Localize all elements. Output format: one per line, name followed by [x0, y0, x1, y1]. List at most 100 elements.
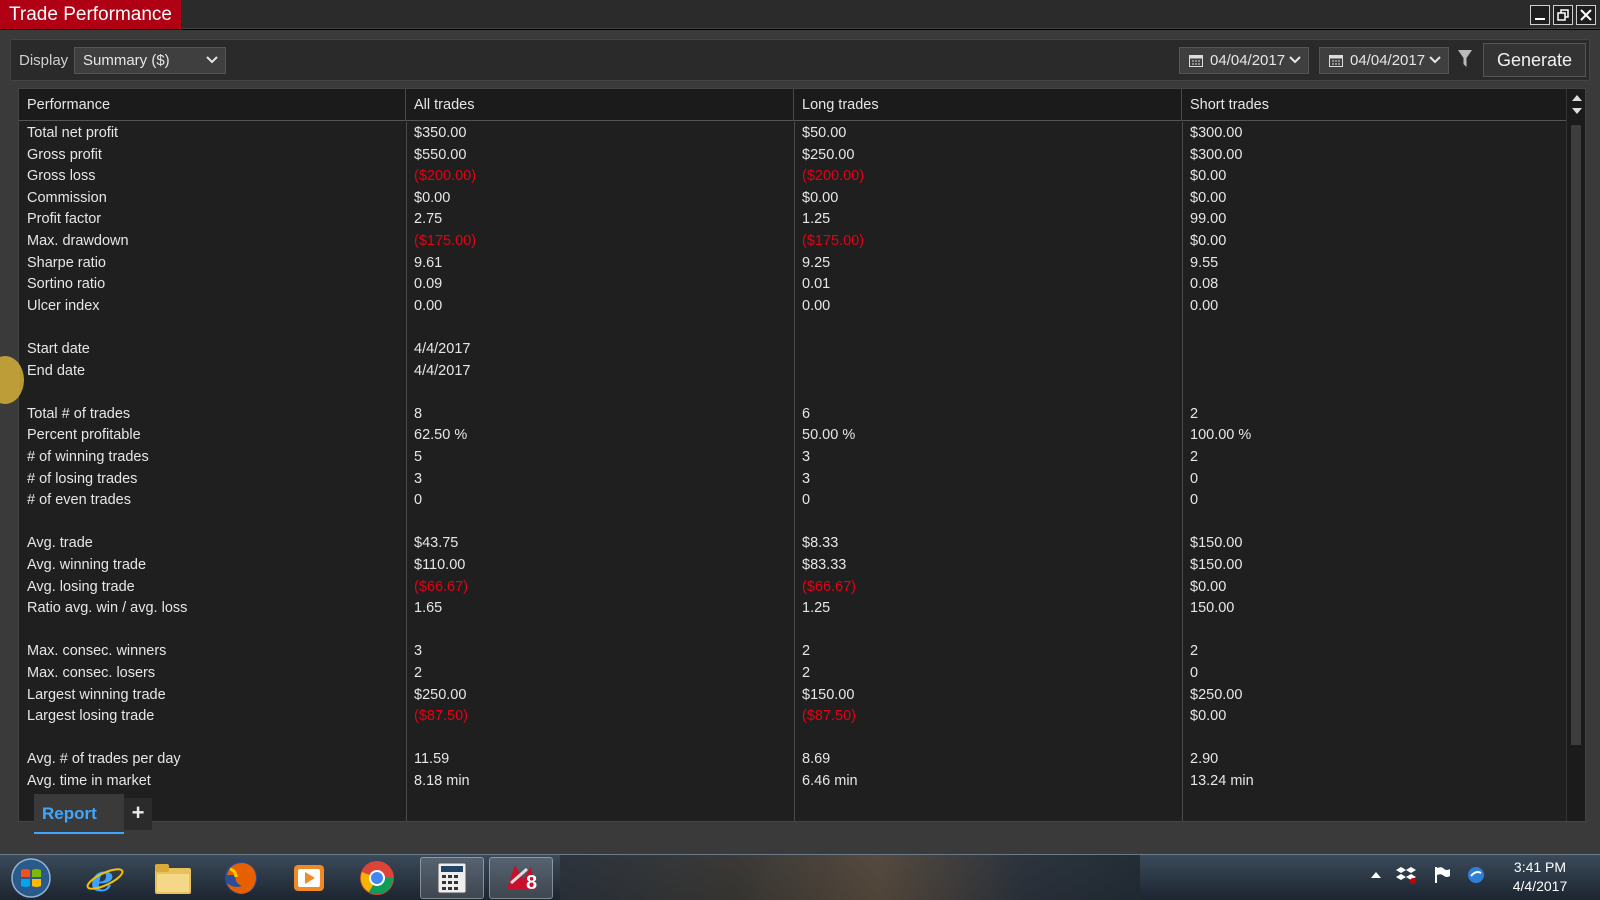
- table-row[interactable]: Avg. losing trade ($66.67) ($66.67) $0.00: [19, 576, 1567, 598]
- metric-label: # of winning trades: [27, 449, 149, 465]
- start-button[interactable]: [8, 857, 56, 899]
- table-row[interactable]: Ratio avg. win / avg. loss 1.65 1.25 150.00: [19, 597, 1567, 619]
- header-all-trades[interactable]: All trades: [406, 89, 794, 121]
- table-row[interactable]: Sortino ratio 0.09 0.01 0.08: [19, 273, 1567, 295]
- taskbar-explorer[interactable]: [144, 857, 202, 899]
- short-trades-value: 2: [1190, 405, 1199, 422]
- taskbar-chrome[interactable]: [348, 857, 406, 899]
- metric-label: Commission: [27, 189, 107, 206]
- generate-button[interactable]: Generate: [1483, 43, 1586, 77]
- all-trades-value: 1.65: [414, 600, 443, 617]
- short-trades-value: 2: [1190, 449, 1199, 465]
- header-short-trades[interactable]: Short trades: [1182, 89, 1567, 121]
- all-trades-value: 2.75: [414, 211, 443, 228]
- table-row[interactable]: Gross profit $550.00 $250.00 $300.00: [19, 144, 1567, 166]
- taskbar-calculator[interactable]: [420, 857, 484, 899]
- metric-label: Largest winning trade: [27, 686, 166, 703]
- long-trades-value: [794, 619, 802, 641]
- restore-icon: [1557, 9, 1569, 21]
- all-trades-value: [406, 727, 414, 749]
- table-row[interactable]: Total # of trades 8 6 2: [19, 403, 1567, 425]
- table-row[interactable]: Avg. # of trades per day 11.59 8.69 2.90: [19, 748, 1567, 770]
- display-select[interactable]: Summary ($): [74, 47, 226, 74]
- header-performance[interactable]: Performance: [19, 89, 406, 121]
- all-trades-value: ($200.00): [414, 168, 477, 185]
- table-row[interactable]: [19, 619, 1567, 641]
- ninjatrader-version-badge: 8: [526, 872, 538, 894]
- internet-explorer-icon: e: [86, 859, 124, 897]
- long-trades-value: 6: [802, 405, 811, 422]
- all-trades-value: 3: [414, 470, 423, 487]
- metric-label: Max. consec. losers: [27, 665, 156, 681]
- close-icon: [1580, 9, 1592, 21]
- taskbar-ie[interactable]: e: [76, 857, 134, 899]
- table-row[interactable]: Profit factor 2.75 1.25 99.00: [19, 208, 1567, 230]
- table-row[interactable]: # of winning trades 5 3 2: [19, 446, 1567, 468]
- taskbar: e 8 3:41 PM 4/4/2017: [0, 854, 1600, 900]
- table-row[interactable]: Max. drawdown ($175.00) ($175.00) $0.00: [19, 230, 1567, 252]
- long-trades-value: [794, 316, 802, 338]
- add-tab-button[interactable]: +: [124, 798, 152, 830]
- short-trades-value: 2.90: [1190, 751, 1219, 768]
- network-status-icon[interactable]: [1466, 865, 1486, 885]
- table-row[interactable]: Commission $0.00 $0.00 $0.00: [19, 187, 1567, 209]
- short-trades-value: $150.00: [1190, 535, 1243, 552]
- long-trades-value: 0.01: [802, 276, 831, 293]
- scroll-down-icon[interactable]: [1572, 108, 1582, 114]
- taskbar-clock[interactable]: 3:41 PM 4/4/2017: [1490, 858, 1590, 896]
- taskbar-firefox[interactable]: [212, 857, 270, 899]
- table-row[interactable]: Avg. time in market 8.18 min 6.46 min 13.24…: [19, 770, 1567, 792]
- short-trades-value: 0.08: [1190, 276, 1219, 293]
- close-button[interactable]: [1576, 5, 1596, 25]
- table-row[interactable]: [19, 381, 1567, 403]
- from-date-picker[interactable]: 04/04/2017: [1179, 47, 1309, 74]
- table-row[interactable]: Avg. winning trade $110.00 $83.33 $150.00: [19, 554, 1567, 576]
- table-row[interactable]: # of even trades 0 0 0: [19, 489, 1567, 511]
- long-trades-value: ($200.00): [802, 168, 865, 185]
- table-row[interactable]: [19, 316, 1567, 338]
- filter-icon[interactable]: [1457, 49, 1473, 69]
- short-trades-value: 0: [1190, 470, 1199, 487]
- action-center-flag-icon[interactable]: [1432, 865, 1452, 885]
- table-row[interactable]: Start date 4/4/2017: [19, 338, 1567, 360]
- table-row[interactable]: Largest losing trade ($87.50) ($87.50) $0.0…: [19, 705, 1567, 727]
- short-trades-value: [1182, 338, 1190, 360]
- system-tray: [1370, 865, 1486, 885]
- scrollbar-thumb[interactable]: [1571, 125, 1581, 745]
- dropbox-icon[interactable]: [1396, 865, 1418, 885]
- table-row[interactable]: Max. consec. winners 3 2 2: [19, 640, 1567, 662]
- scroll-up-icon[interactable]: [1572, 95, 1582, 101]
- vertical-scrollbar[interactable]: [1566, 89, 1585, 821]
- taskbar-media-player[interactable]: [280, 857, 338, 899]
- calendar-icon: [1189, 55, 1203, 67]
- long-trades-value: 2: [802, 643, 811, 660]
- to-date-picker[interactable]: 04/04/2017: [1319, 47, 1449, 74]
- trade-performance-window: Display Summary ($) 04/04/2017 04/04/201…: [0, 30, 1600, 854]
- taskbar-ninjatrader[interactable]: 8: [489, 857, 553, 899]
- table-row[interactable]: Percent profitable 62.50 % 50.00 % 100.00 %: [19, 424, 1567, 446]
- table-row[interactable]: End date 4/4/2017: [19, 360, 1567, 382]
- header-long-trades[interactable]: Long trades: [794, 89, 1182, 121]
- tab-report[interactable]: Report: [34, 794, 124, 834]
- all-trades-value: 9.61: [414, 254, 443, 271]
- table-row[interactable]: Ulcer index 0.00 0.00 0.00: [19, 295, 1567, 317]
- table-row[interactable]: # of losing trades 3 3 0: [19, 468, 1567, 490]
- metric-label: Start date: [27, 341, 90, 357]
- restore-button[interactable]: [1553, 5, 1573, 25]
- short-trades-value: 0.00: [1190, 297, 1219, 314]
- table-row[interactable]: Total net profit $350.00 $50.00 $300.00: [19, 122, 1567, 144]
- show-hidden-icons-icon[interactable]: [1370, 870, 1382, 880]
- table-row[interactable]: [19, 511, 1567, 533]
- all-trades-value: 0.09: [414, 276, 443, 293]
- table-row[interactable]: Sharpe ratio 9.61 9.25 9.55: [19, 252, 1567, 274]
- table-row[interactable]: Avg. trade $43.75 $8.33 $150.00: [19, 532, 1567, 554]
- metric-label: Gross loss: [27, 168, 96, 185]
- short-trades-value: [1182, 316, 1190, 338]
- metric-label: Ratio avg. win / avg. loss: [27, 600, 188, 617]
- table-row[interactable]: Gross loss ($200.00) ($200.00) $0.00: [19, 165, 1567, 187]
- table-row[interactable]: Largest winning trade $250.00 $150.00 $250.…: [19, 684, 1567, 706]
- all-trades-value: $0.00: [414, 189, 451, 206]
- table-row[interactable]: Max. consec. losers 2 2 0: [19, 662, 1567, 684]
- table-row[interactable]: [19, 727, 1567, 749]
- minimize-button[interactable]: [1530, 5, 1550, 25]
